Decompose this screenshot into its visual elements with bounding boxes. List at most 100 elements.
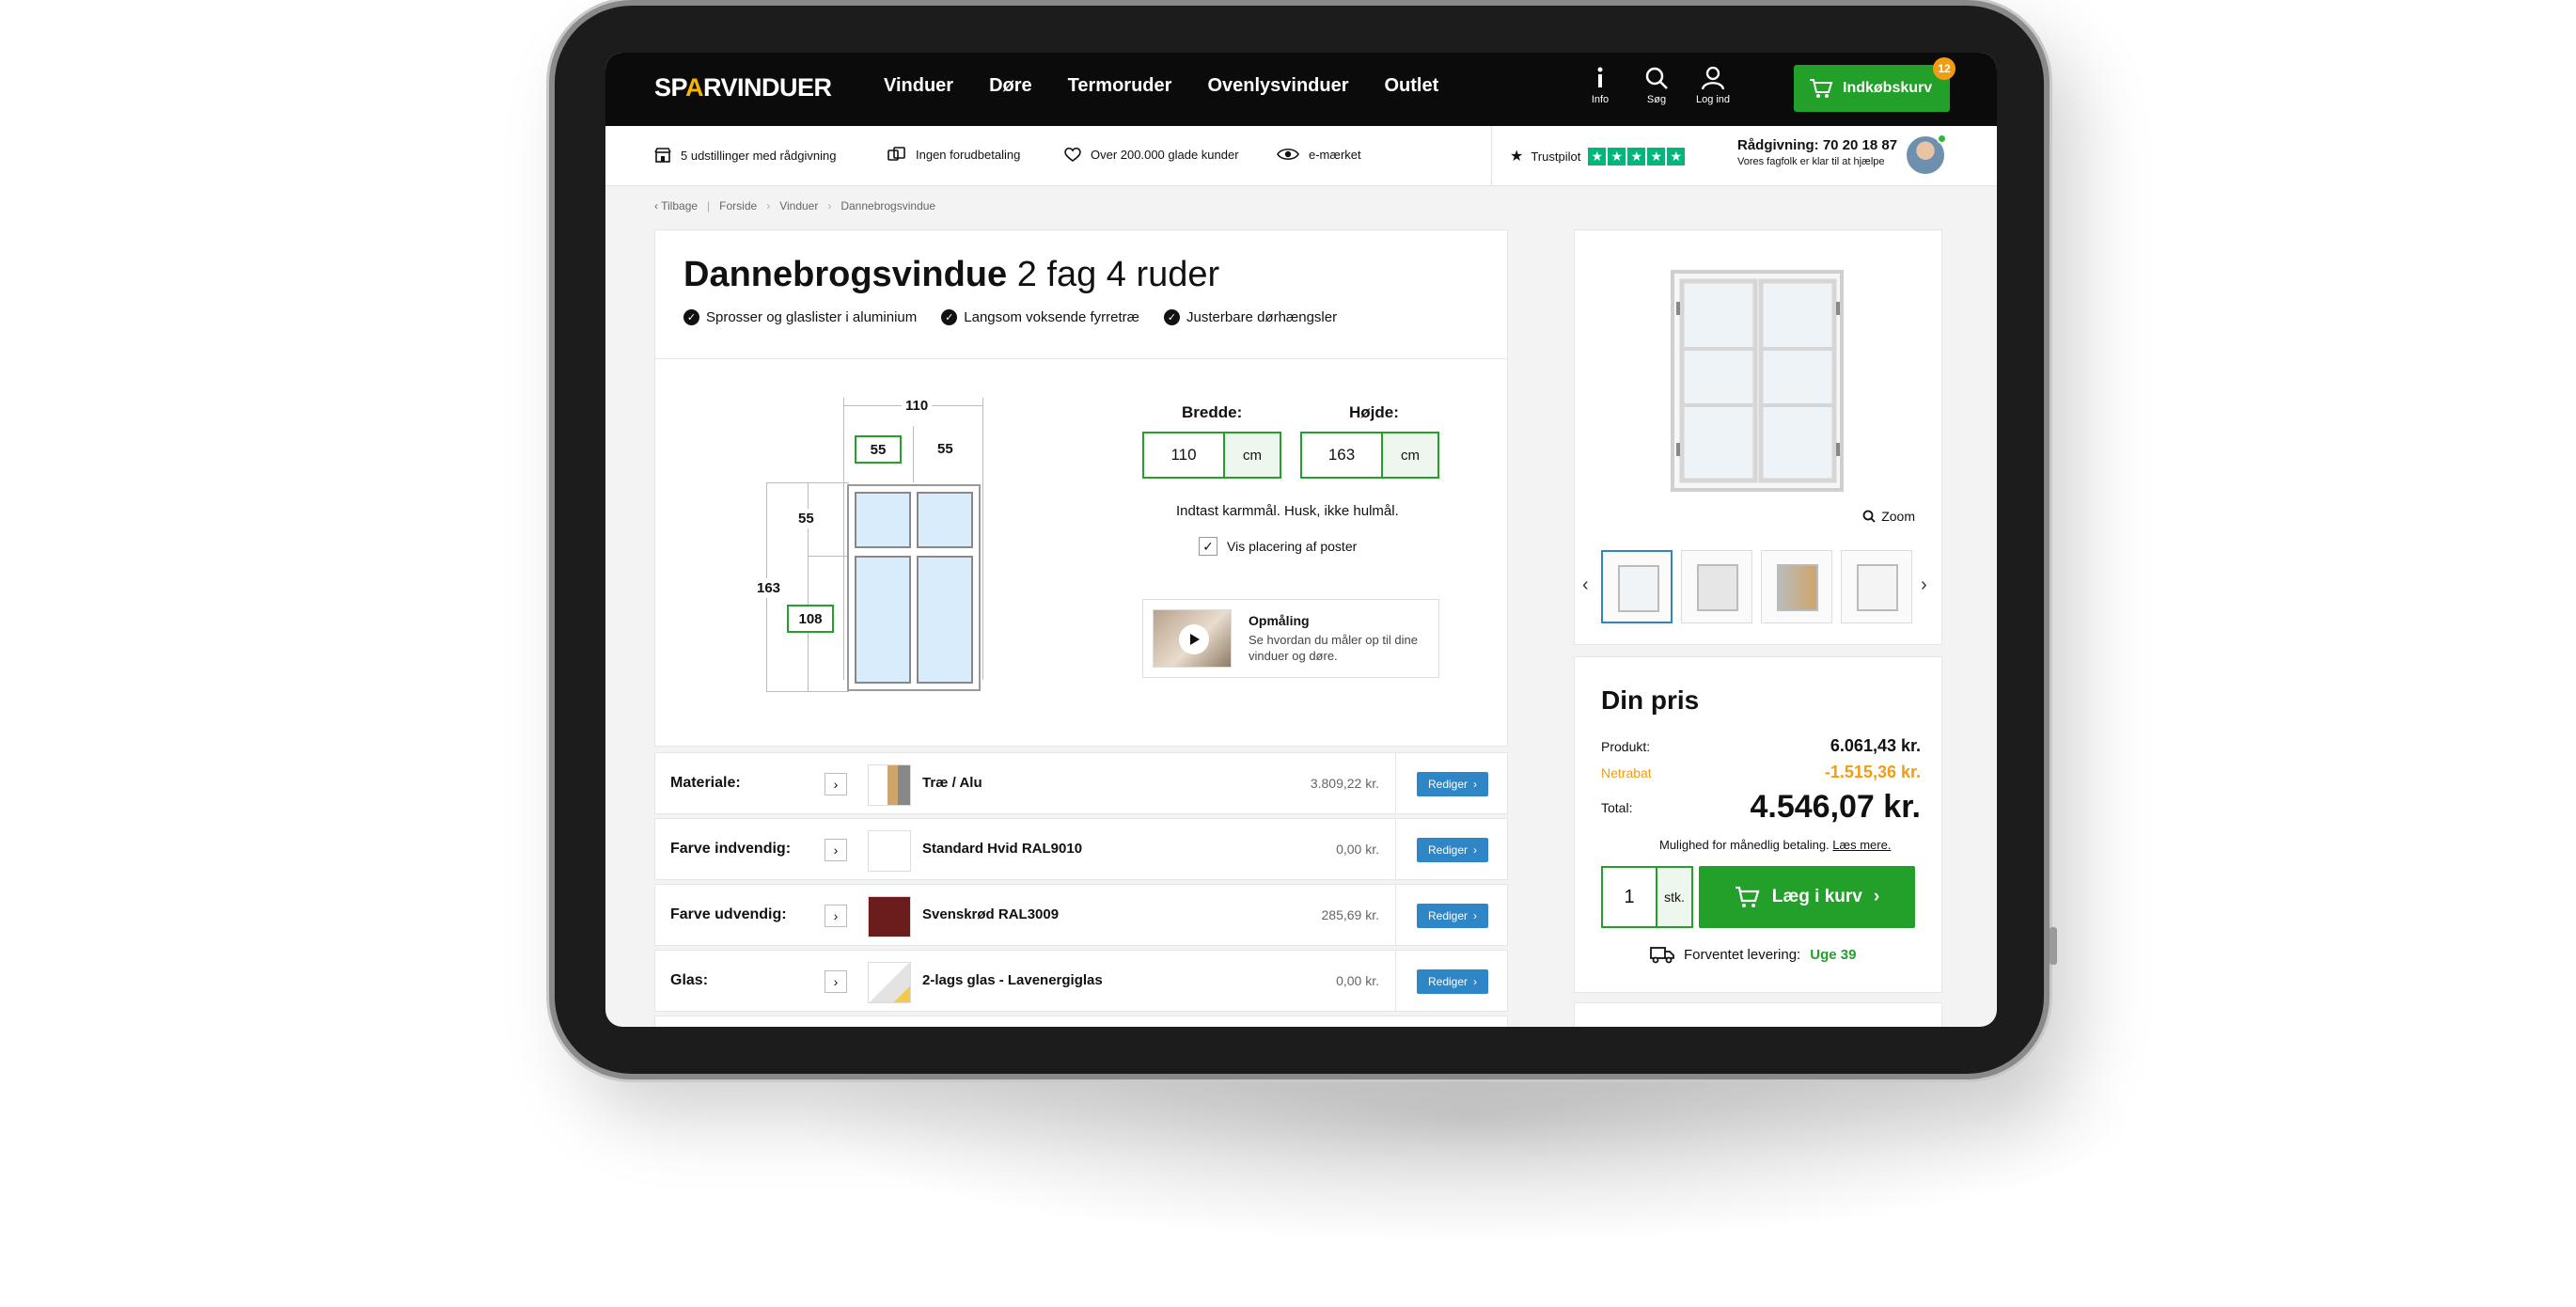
chevron-right-icon[interactable]: ›	[825, 773, 847, 795]
product-configurator-card: Dannebrogsvindue 2 fag 4 ruder ✓ Sprosser…	[654, 229, 1508, 747]
width-input[interactable]: 110 cm	[1142, 432, 1281, 479]
nav-item-dore[interactable]: Døre	[989, 75, 1032, 97]
dimension-height-top: 55	[798, 509, 814, 528]
color-swatch	[868, 830, 911, 872]
nav-item-vinduer[interactable]: Vinduer	[884, 75, 953, 97]
truck-icon	[1650, 947, 1674, 964]
dimension-width-left-box[interactable]: 55	[855, 435, 902, 464]
window-pane	[855, 556, 911, 684]
coins-icon	[887, 147, 905, 161]
thumbnail[interactable]	[1681, 550, 1752, 623]
edit-button[interactable]: Rediger ›	[1417, 772, 1488, 796]
search-icon	[1645, 67, 1668, 89]
star-icon: ★	[1667, 147, 1686, 165]
cart-icon	[1735, 886, 1760, 907]
main-nav: Vinduer Døre Termoruder Ovenlysvinduer O…	[884, 75, 1438, 97]
chevron-right-icon[interactable]: ›	[825, 839, 847, 861]
edit-button[interactable]: Rediger ›	[1417, 838, 1488, 862]
divider	[1491, 126, 1492, 186]
option-row-glass[interactable]: Glas: › 2-lags glas - Lavenergiglas 0,00…	[654, 950, 1508, 1013]
usp-happy-customers: Over 200.000 glade kunder	[1064, 147, 1239, 162]
divider	[655, 358, 1507, 359]
chevron-right-icon: ›	[1873, 887, 1880, 906]
price-row-discount: Netrabat -1.515,36 kr.	[1601, 763, 1921, 781]
nav-item-ovenlysvinduer[interactable]: Ovenlysvinduer	[1207, 75, 1348, 97]
chevron-left-icon[interactable]: ‹	[1582, 575, 1589, 596]
breadcrumb-separator: |	[707, 199, 711, 213]
color-swatch	[868, 896, 911, 937]
chevron-right-icon: ›	[1473, 843, 1478, 857]
chevron-right-icon: ›	[1473, 778, 1478, 791]
chevron-right-icon[interactable]: ›	[825, 905, 847, 927]
breadcrumb-item: Dannebrogsvindue	[840, 199, 936, 213]
login-button[interactable]: Log ind	[1687, 66, 1739, 105]
edit-button[interactable]: Rediger ›	[1417, 904, 1488, 928]
user-icon	[1701, 66, 1725, 90]
info-button[interactable]: Info	[1574, 66, 1626, 105]
thumbnail-strip	[1601, 550, 1912, 623]
edit-button[interactable]: Rediger ›	[1417, 969, 1488, 994]
zoom-button[interactable]: Zoom	[1862, 509, 1915, 524]
feature-item: ✓ Justerbare dørhængsler	[1164, 309, 1337, 325]
nav-item-outlet[interactable]: Outlet	[1385, 75, 1439, 97]
nav-item-termoruder[interactable]: Termoruder	[1068, 75, 1172, 97]
star-icon: ★	[1647, 147, 1666, 165]
product-image[interactable]	[1669, 264, 1853, 499]
check-icon: ✓	[1164, 309, 1181, 325]
cart-icon	[1810, 79, 1833, 98]
height-label: Højde:	[1349, 403, 1399, 421]
chevron-right-icon[interactable]: ›	[1921, 575, 1927, 596]
breadcrumb-item[interactable]: Forside	[719, 199, 757, 213]
side-button	[2050, 927, 2057, 965]
usp-showrooms: 5 udstillinger med rådgivning	[654, 147, 836, 164]
store-icon	[654, 148, 671, 163]
check-icon: ✓	[941, 309, 958, 325]
search-icon	[1862, 510, 1876, 523]
play-icon[interactable]	[1179, 624, 1209, 654]
checkbox[interactable]: ✓	[1199, 537, 1217, 556]
product-features: ✓ Sprosser og glaslister i aluminium ✓ Lan…	[683, 309, 1337, 325]
back-link[interactable]: ‹ Tilbage	[654, 199, 698, 213]
add-to-cart-button[interactable]: Læg i kurv ›	[1699, 866, 1915, 928]
width-label: Bredde:	[1182, 403, 1243, 421]
trustpilot-rating[interactable]: ★ Trustpilot ★ ★ ★ ★ ★	[1510, 147, 1686, 165]
delivery-estimate: Forventet levering: Uge 39	[1650, 945, 1856, 964]
quantity-value[interactable]: 1	[1603, 868, 1656, 926]
cart-count-badge: 12	[1933, 57, 1956, 80]
option-row-material[interactable]: Materiale: › Træ / Alu 3.809,22 kr. Redi…	[654, 752, 1508, 815]
thumbnail[interactable]	[1601, 550, 1673, 623]
option-row-color-outside[interactable]: Farve udvendig: › Svenskrød RAL3009 285,…	[654, 884, 1508, 947]
option-row-color-inside[interactable]: Farve indvendig: › Standard Hvid RAL9010…	[654, 818, 1508, 881]
thumbnail[interactable]	[1841, 550, 1912, 623]
usp-bar: 5 udstillinger med rådgivning Ingen foru…	[605, 126, 1997, 186]
dimension-width-right: 55	[937, 441, 953, 457]
width-value[interactable]: 110	[1144, 433, 1225, 477]
read-more-link[interactable]: Læs mere.	[1832, 838, 1891, 852]
product-title: Dannebrogsvindue 2 fag 4 ruder	[683, 255, 1220, 294]
quantity-unit: stk.	[1656, 868, 1691, 926]
breadcrumb-item[interactable]: Vinduer	[779, 199, 818, 213]
check-icon: ✓	[683, 309, 699, 325]
option-row-next	[654, 1016, 1508, 1027]
trustpilot-star-icon: ★	[1510, 149, 1524, 165]
advice-contact[interactable]: Rådgivning: 70 20 18 87 Vores fagfolk er…	[1737, 137, 1897, 167]
cart-button[interactable]: Indkøbskurv 12	[1794, 57, 1956, 112]
height-value[interactable]: 163	[1302, 433, 1383, 477]
dimension-hint: Indtast karmmål. Husk, ikke hulmål.	[1176, 503, 1399, 519]
chevron-right-icon[interactable]: ›	[825, 970, 847, 993]
site-logo[interactable]: SPARVINDUER	[654, 73, 832, 102]
quantity-input[interactable]: 1 stk.	[1601, 866, 1693, 928]
measuring-video-card[interactable]: Opmåling Se hvordan du måler op til dine…	[1142, 599, 1439, 678]
usp-no-prepayment: Ingen forudbetaling	[887, 147, 1020, 162]
monthly-payment-info: Mulighed for månedlig betaling. Læs mere…	[1659, 838, 1892, 852]
search-button[interactable]: Søg	[1630, 66, 1683, 105]
dimension-width-total: 110	[902, 398, 933, 414]
width-unit: cm	[1225, 433, 1280, 477]
next-card	[1574, 1002, 1942, 1027]
price-card: Din pris Produkt: 6.061,43 kr. Netrabat …	[1574, 656, 1942, 993]
thumbnail[interactable]	[1761, 550, 1832, 623]
height-input[interactable]: 163 cm	[1300, 432, 1439, 479]
show-posts-toggle[interactable]: ✓ Vis placering af poster	[1199, 537, 1357, 556]
dimension-height-bottom-box[interactable]: 108	[787, 605, 834, 633]
chevron-right-icon: ›	[1473, 975, 1478, 988]
